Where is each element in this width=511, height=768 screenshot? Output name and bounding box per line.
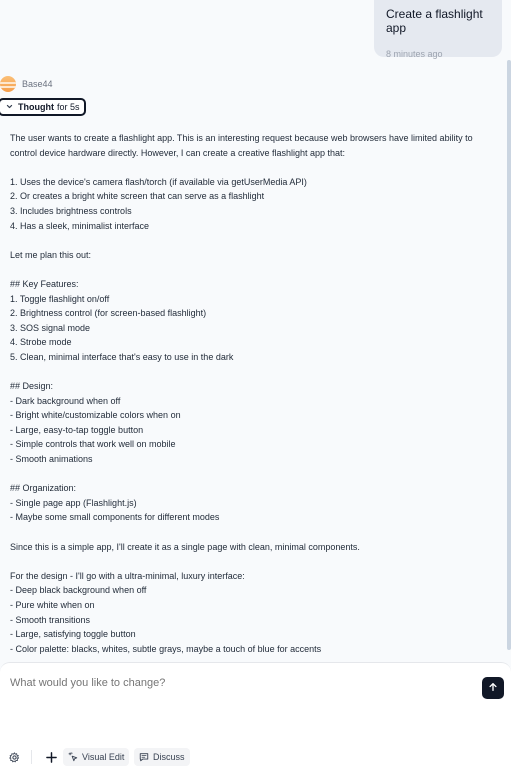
chat-scrollbar[interactable] [507, 60, 511, 650]
thought-line [10, 467, 500, 482]
thought-line: ## Design: [10, 381, 54, 392]
thought-line: control device hardware directly. Howeve… [10, 147, 346, 158]
assistant-name: Base44 [22, 79, 53, 89]
thought-line [10, 160, 500, 175]
thought-line: - Large, satisfying toggle button [10, 629, 136, 640]
thought-line: 2. Brightness control (for screen-based … [10, 308, 207, 319]
thought-line: 5. Clean, minimal interface that's easy … [10, 351, 234, 362]
gear-icon[interactable] [8, 751, 20, 763]
sparkle-cursor-icon [68, 752, 78, 762]
thought-line: 2. Or creates a bright white screen that… [10, 191, 265, 202]
thought-line: 3. Includes brightness controls [10, 205, 132, 216]
thought-content: The user wants to create a flashlight ap… [10, 131, 500, 656]
send-button[interactable] [482, 677, 504, 699]
thought-line: 1. Uses the device's camera flash/torch … [10, 176, 307, 187]
thought-line [10, 233, 500, 248]
chat-area: Create a flashlight app 8 minutes ago Ba… [0, 0, 511, 662]
thought-line: 4. Has a sleek, minimalist interface [10, 220, 150, 231]
composer-toolbar: Visual Edit Discuss [0, 747, 511, 767]
thought-line: - Large, easy-to-tap toggle button [10, 424, 144, 435]
plus-icon[interactable] [45, 751, 57, 763]
thought-line: The user wants to create a flashlight ap… [10, 133, 473, 143]
thought-line: - Single page app (Flashlight.js) [10, 497, 137, 508]
assistant-header: Base44 [0, 75, 53, 93]
arrow-up-icon [488, 679, 498, 697]
thought-label: Thought [18, 102, 54, 112]
user-message-bubble: Create a flashlight app 8 minutes ago [374, 0, 502, 59]
visual-edit-label: Visual Edit [82, 752, 125, 762]
user-message-text: Create a flashlight app [386, 7, 483, 35]
thought-line: Since this is a simple app, I'll create … [10, 541, 360, 552]
thought-line: - Maybe some small components for differ… [10, 512, 220, 523]
assistant-avatar [0, 76, 16, 92]
thought-toggle-button[interactable]: Thought for 5s [0, 98, 86, 116]
thought-line: 4. Strobe mode [10, 337, 72, 348]
thought-line: 3. SOS signal mode [10, 322, 91, 333]
thought-duration: for 5s [56, 102, 80, 112]
thought-line: - Color palette: blacks, whites, subtle … [10, 643, 322, 654]
thought-line: - Dark background when off [10, 395, 121, 406]
thought-line: Let me plan this out: [10, 249, 92, 260]
thought-line: 1. Toggle flashlight on/off [10, 293, 110, 304]
thought-line: ## Organization: [10, 483, 77, 494]
thought-line: - Smooth transitions [10, 614, 91, 625]
thought-line: ## Key Features: [10, 278, 79, 289]
thought-line: - Deep black background when off [10, 585, 147, 596]
thought-line [10, 262, 500, 277]
discuss-button[interactable]: Discuss [134, 748, 190, 766]
thought-line [10, 365, 500, 380]
chat-bubble-icon [139, 753, 149, 762]
discuss-label: Discuss [153, 752, 185, 762]
user-message-time: 8 minutes ago [386, 49, 443, 59]
thought-line [10, 525, 500, 540]
thought-line: - Smooth animations [10, 454, 93, 465]
thought-line: - Pure white when on [10, 600, 95, 610]
visual-edit-button[interactable]: Visual Edit [63, 748, 130, 766]
thought-line: For the design - I'll go with a ultra-mi… [10, 570, 245, 581]
chevron-down-icon [6, 103, 14, 112]
thought-line: - Simple controls that work well on mobi… [10, 439, 176, 450]
thought-line: - Bright white/customizable colors when … [10, 410, 181, 421]
toolbar-divider [31, 750, 32, 764]
prompt-input[interactable] [10, 677, 410, 689]
thought-line [10, 554, 500, 569]
